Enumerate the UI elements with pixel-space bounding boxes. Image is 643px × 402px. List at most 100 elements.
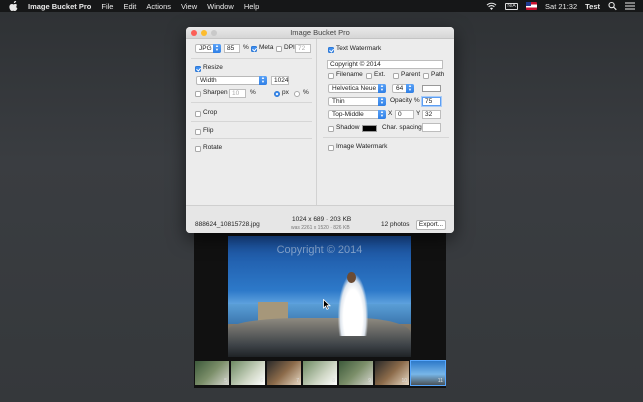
quality-field[interactable]: 85 [224,44,240,53]
preview-photo[interactable]: Copyright © 2014 [228,236,411,357]
ext-label: Ext. [374,71,386,78]
dpi-checkbox[interactable] [276,46,282,52]
divider [191,58,312,59]
sharpen-checkbox[interactable] [195,91,201,97]
wifi-icon[interactable] [486,1,497,11]
parent-checkbox[interactable] [393,73,399,79]
resize-value-field[interactable]: 1024 [271,76,289,85]
image-watermark-checkbox[interactable] [328,145,334,151]
rotate-label: Rotate [203,144,223,151]
menu-app-name[interactable]: Image Bucket Pro [28,2,91,11]
chevron-updown-icon: ▲ ▼ [378,97,386,106]
crop-checkbox[interactable] [195,111,201,117]
menu-bar: Image Bucket Pro File Edit Actions View … [0,0,643,12]
export-button[interactable]: Export... [416,220,446,230]
resize-label: Resize [203,64,223,71]
filename-checkbox[interactable] [328,73,334,79]
menu-user[interactable]: Test [585,2,600,11]
font-size-select[interactable]: 64 ▲ ▼ [392,84,414,93]
photo-gallery[interactable]: Copyright © 2014 5 6 7 8 9 10 11 [194,233,446,388]
unit-percent-radio[interactable] [294,91,300,97]
menu-file[interactable]: File [101,2,113,11]
chevron-updown-icon: ▲ ▼ [378,110,386,119]
format-select[interactable]: JPG ▲ ▼ [195,44,221,53]
font-color-well[interactable] [422,85,441,92]
path-label: Path [431,71,445,78]
chevron-updown-icon: ▲ ▼ [259,76,267,85]
opacity-field[interactable]: 75 [422,97,441,106]
flip-label: Flip [203,127,214,134]
meta-label: Meta [259,44,274,51]
thumbnail-number: 11 [437,378,443,384]
resize-checkbox[interactable] [195,66,201,72]
flip-checkbox[interactable] [195,129,201,135]
ext-checkbox[interactable] [366,73,372,79]
dpi-label: DPI [284,44,295,51]
format-value: JPG [199,45,212,52]
current-filename: 888624_10815728.jpg [195,221,260,228]
shadow-checkbox[interactable] [328,126,334,132]
thumbnail-number: 9 [368,378,371,384]
watermark-preview: Copyright © 2014 [276,244,363,256]
menu-help[interactable]: Help [244,2,259,11]
char-spacing-field[interactable] [422,123,441,132]
resize-mode-value: Width [200,77,217,84]
thumbnail-number: 5 [224,378,227,384]
unit-px-radio[interactable] [274,91,280,97]
font-size-value: 64 [396,85,404,92]
thumbnail[interactable]: 7 [266,360,302,386]
list-icon[interactable] [625,1,635,11]
left-pane: JPG ▲ ▼ 85 % Meta DPI 72 Resize Width ▲ ▼ … [186,39,317,205]
thumbnail[interactable]: 6 [230,360,266,386]
main-window: Image Bucket Pro JPG ▲ ▼ 85 % Meta DPI 72… [186,27,454,233]
filename-label: Filename [336,71,363,78]
chevron-updown-icon: ▲ ▼ [213,44,221,53]
y-field[interactable]: 32 [422,110,441,119]
resize-mode-select[interactable]: Width ▲ ▼ [196,76,267,85]
position-select[interactable]: Top-Middle ▲ ▼ [328,110,386,119]
rotate-checkbox[interactable] [195,146,201,152]
y-label: Y [416,110,421,117]
font-select[interactable]: Helvetica Neue ▲ ▼ [328,84,386,93]
image-watermark-label: Image Watermark [336,143,388,150]
photo-bride-head [347,272,356,283]
battery-label: N/A [507,2,516,9]
menu-actions[interactable]: Actions [146,2,171,11]
thumbnail[interactable]: 8 [302,360,338,386]
flag-icon[interactable] [526,2,538,10]
title-bar[interactable]: Image Bucket Pro [186,27,454,39]
apple-icon[interactable] [9,1,19,11]
x-label: X [388,110,393,117]
mouse-cursor-icon [323,299,331,310]
photo-bride [338,274,368,336]
divider [191,138,312,139]
meta-checkbox[interactable] [251,46,257,52]
sharpen-field[interactable]: 10 [229,89,246,98]
battery-icon[interactable]: N/A [505,2,519,10]
thumbnail-number: 8 [332,378,335,384]
x-field[interactable]: 0 [395,110,414,119]
menu-clock[interactable]: Sat 21:32 [545,2,577,11]
menu-edit[interactable]: Edit [123,2,136,11]
thumbnail-number: 7 [296,378,299,384]
thumbnail[interactable]: 9 [338,360,374,386]
watermark-text-field[interactable]: Copyright © 2014 [327,60,443,69]
unit-percent-label: % [303,89,309,96]
status-footer: 888624_10815728.jpg 1024 x 689 · 203 KB … [186,205,454,233]
shadow-color-well[interactable] [362,125,377,132]
chevron-updown-icon: ▲ ▼ [406,84,414,93]
menu-view[interactable]: View [181,2,197,11]
thumbnail-selected[interactable]: 11 [410,360,446,386]
text-watermark-checkbox[interactable] [328,47,334,53]
thumbnail-number: 10 [401,378,407,384]
thumbnail[interactable]: 5 [194,360,230,386]
photo-count: 12 photos [381,221,410,228]
search-icon[interactable] [608,1,617,11]
output-info: 1024 x 689 · 203 KB [292,216,352,223]
font-weight-select[interactable]: Thin ▲ ▼ [328,97,386,106]
thumbnail[interactable]: 10 [374,360,410,386]
menu-window[interactable]: Window [207,2,234,11]
dpi-field[interactable]: 72 [295,44,311,53]
chevron-updown-icon: ▲ ▼ [378,84,386,93]
path-checkbox[interactable] [423,73,429,79]
